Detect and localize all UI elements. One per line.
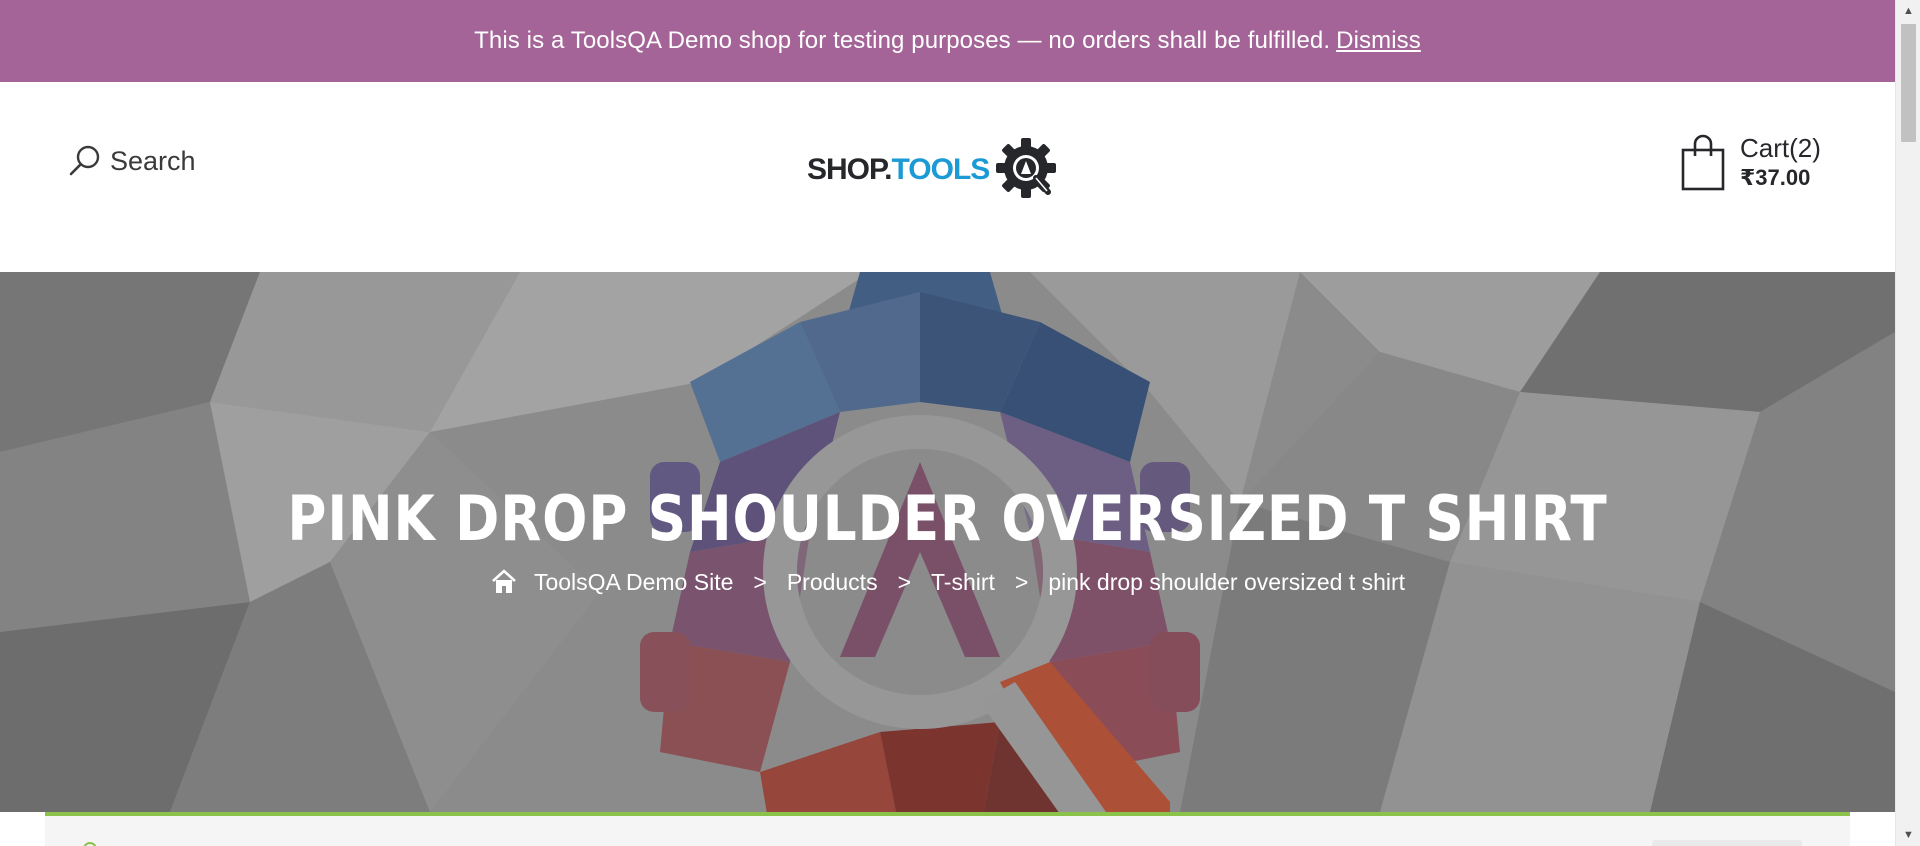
breadcrumb-item-products[interactable]: Products [787, 569, 878, 596]
header-cart[interactable]: Cart(2) ₹37.00 [1680, 134, 1821, 192]
scroll-up-arrow[interactable]: ▲ [1896, 0, 1920, 22]
cart-total-amount: ₹37.00 [1740, 165, 1811, 190]
breadcrumb-item-home[interactable]: ToolsQA Demo Site [534, 569, 733, 596]
breadcrumb: ToolsQA Demo Site > Products > T-shirt >… [0, 568, 1895, 596]
page-title: PINK DROP SHOULDER OVERSIZED T SHIRT [287, 482, 1608, 555]
breadcrumb-item-current: pink drop shoulder oversized t shirt [1048, 568, 1406, 595]
breadcrumb-separator: > [897, 568, 912, 595]
scroll-down-arrow[interactable]: ▼ [1896, 824, 1920, 846]
shopping-bag-icon [1681, 134, 1725, 191]
site-logo[interactable]: SHOP. TOOLS [807, 134, 1059, 206]
site-header: Search SHOP. TOOLS Cart(2) ₹37.00 [0, 82, 1895, 272]
search-icon [69, 145, 100, 176]
logo-text-tools: TOOLS [891, 153, 991, 186]
status-icon [83, 842, 97, 846]
breadcrumb-separator: > [753, 568, 767, 595]
page-scrollbar[interactable]: ▲ ▼ [1895, 0, 1920, 846]
logo-text-shop: SHOP. [807, 153, 892, 186]
scrollbar-thumb[interactable] [1901, 24, 1916, 142]
content-button-partial[interactable] [1652, 840, 1802, 846]
home-icon[interactable] [490, 568, 518, 596]
demo-notice-text: This is a ToolsQA Demo shop for testing … [474, 27, 1331, 54]
demo-store-notice: This is a ToolsQA Demo shop for testing … [0, 0, 1895, 82]
search-label: Search [110, 145, 196, 176]
breadcrumb-item-category[interactable]: T-shirt [931, 569, 995, 596]
page-hero-banner: PINK DROP SHOULDER OVERSIZED T SHIRT Too… [0, 272, 1895, 812]
search-toggle[interactable]: Search [68, 144, 196, 178]
gear-magnifier-icon [996, 138, 1057, 198]
content-area-top [45, 812, 1850, 846]
breadcrumb-separator: > [1014, 568, 1029, 595]
dismiss-link[interactable]: Dismiss [1336, 27, 1421, 55]
cart-count-label: Cart(2) [1740, 133, 1821, 163]
